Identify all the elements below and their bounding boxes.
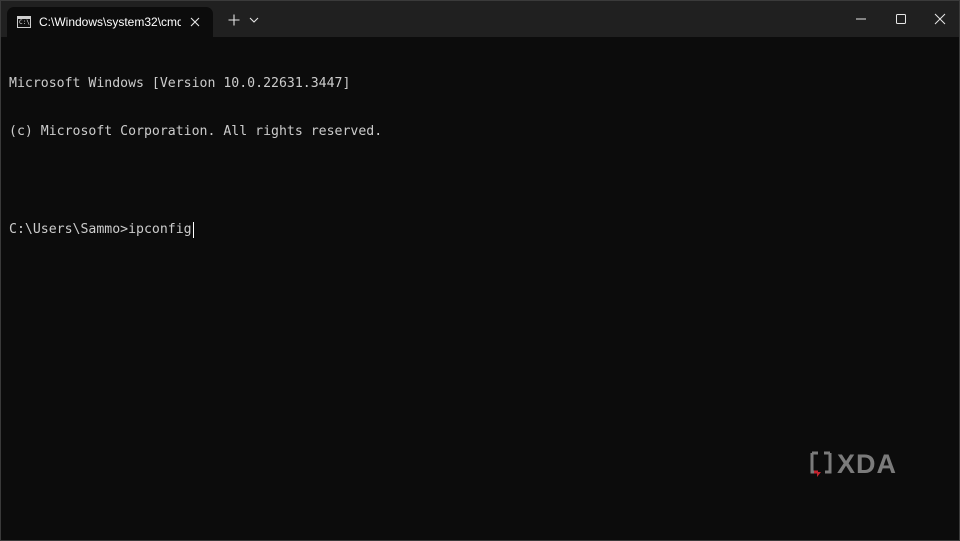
cmd-console-icon: C:\ <box>17 16 31 28</box>
text-cursor <box>192 222 194 239</box>
close-icon <box>190 17 200 27</box>
command-input[interactable]: ipconfig <box>128 222 192 238</box>
prompt-text: C:\Users\Sammo> <box>9 222 129 238</box>
xda-watermark: XDA <box>809 450 897 478</box>
maximize-icon <box>896 14 906 24</box>
chevron-down-icon <box>249 17 259 23</box>
terminal-output[interactable]: Microsoft Windows [Version 10.0.22631.34… <box>9 43 949 533</box>
tab-dropdown-button[interactable] <box>249 9 269 31</box>
minimize-button[interactable] <box>839 1 883 37</box>
title-bar[interactable]: C:\ C:\Windows\system32\cmd.e: <box>1 1 959 37</box>
output-line: Microsoft Windows [Version 10.0.22631.34… <box>9 75 351 91</box>
cmd-icon-glyph: C:\ <box>19 19 30 26</box>
maximize-button[interactable] <box>879 1 923 37</box>
watermark-text: XDA <box>837 449 898 479</box>
minimize-icon <box>856 18 866 20</box>
terminal-window: C:\ C:\Windows\system32\cmd.e: <box>0 0 960 541</box>
command-prompt-line[interactable]: C:\Users\Sammo> ipconfig <box>9 222 949 239</box>
new-tab-button[interactable] <box>223 9 245 31</box>
output-line: (c) Microsoft Corporation. All rights re… <box>9 124 383 140</box>
tab-title: C:\Windows\system32\cmd.e: <box>39 15 181 29</box>
close-tab-button[interactable] <box>185 12 205 32</box>
tab-cmd[interactable]: C:\ C:\Windows\system32\cmd.e: <box>7 7 213 37</box>
xda-logo-icon <box>810 451 832 477</box>
plus-icon <box>228 14 240 26</box>
close-icon <box>934 13 946 25</box>
close-window-button[interactable] <box>919 1 960 37</box>
